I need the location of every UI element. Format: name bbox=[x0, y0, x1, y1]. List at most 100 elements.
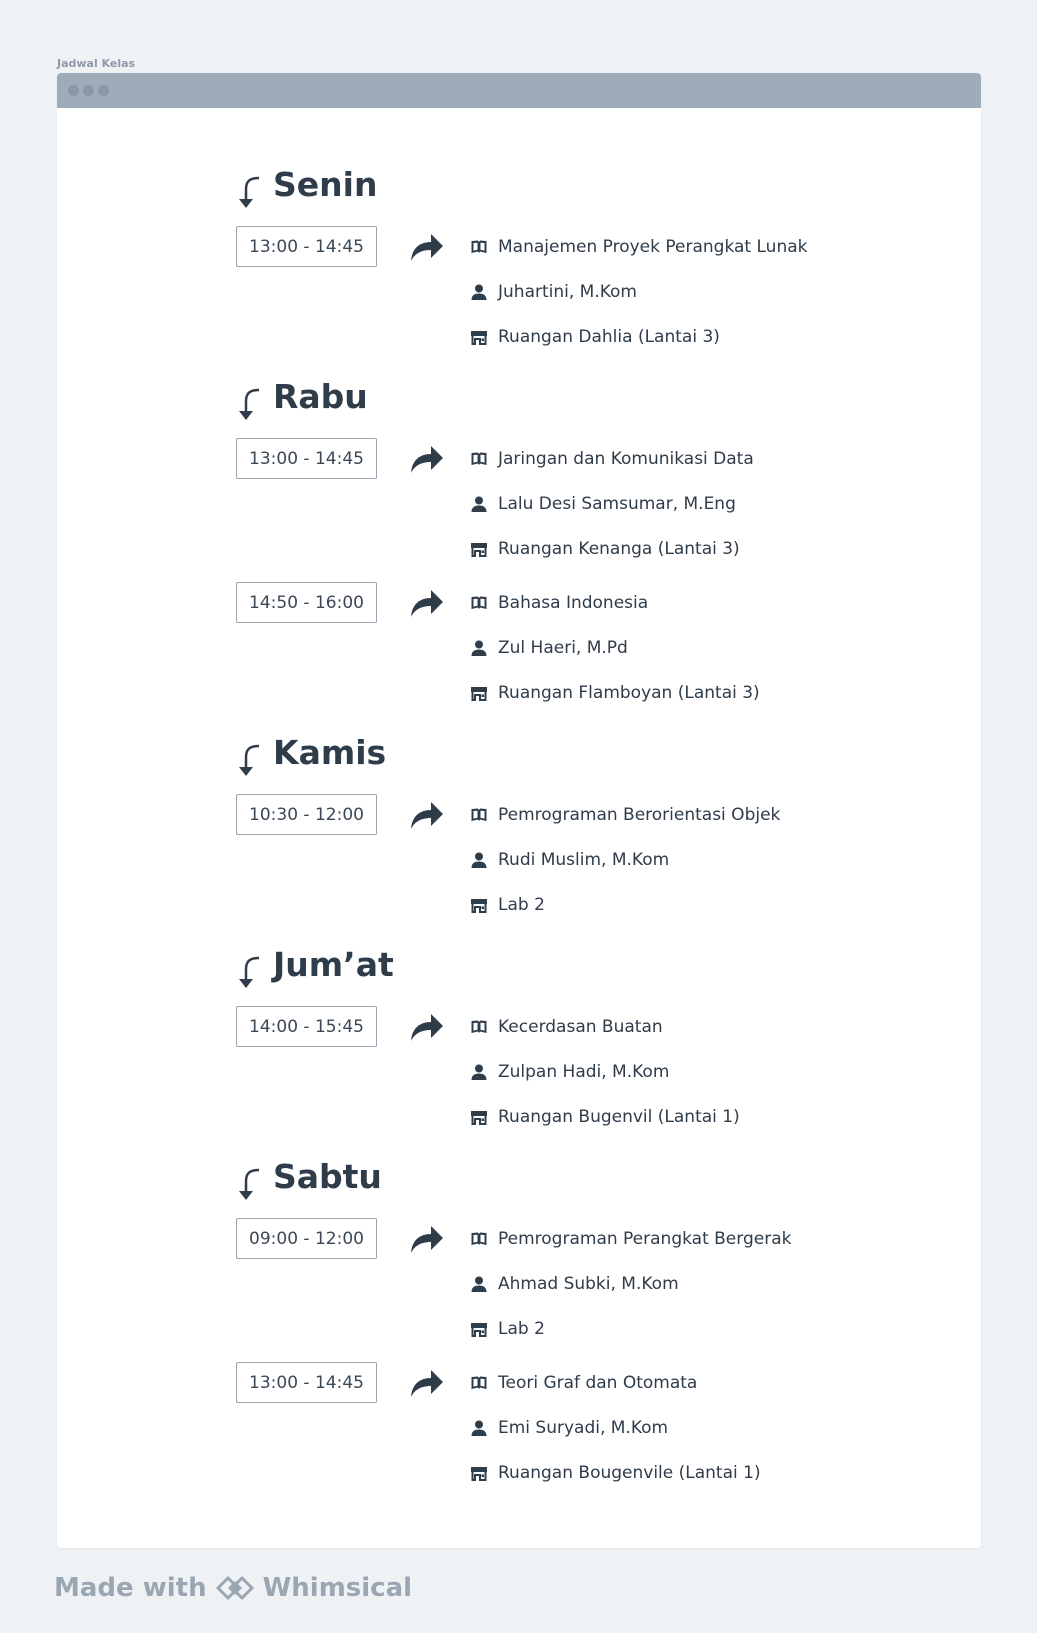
course-name: Kecerdasan Buatan bbox=[498, 1017, 663, 1037]
lecturer-row: Emi Suryadi, M.Kom bbox=[470, 1416, 668, 1440]
time-box: 13:00 - 14:45 bbox=[236, 226, 377, 267]
share-arrow-icon bbox=[411, 446, 443, 473]
window-titlebar bbox=[57, 73, 981, 108]
course-row: Kecerdasan Buatan bbox=[470, 1015, 663, 1039]
lecturer-row: Lalu Desi Samsumar, M.Eng bbox=[470, 492, 736, 516]
course-name: Pemrograman Perangkat Bergerak bbox=[498, 1229, 792, 1249]
user-icon bbox=[471, 496, 487, 512]
store-icon bbox=[471, 331, 487, 345]
made-with-whimsical-link[interactable]: Made with Whimsical bbox=[54, 1573, 412, 1603]
made-with-label: Made with bbox=[54, 1573, 207, 1603]
room-name: Ruangan Dahlia (Lantai 3) bbox=[498, 327, 720, 347]
course-row: Pemrograman Perangkat Bergerak bbox=[470, 1227, 791, 1251]
lecturer-name: Zulpan Hadi, M.Kom bbox=[498, 1062, 670, 1082]
curved-down-arrow-icon bbox=[239, 956, 260, 988]
time-box: 09:00 - 12:00 bbox=[236, 1218, 377, 1259]
lecturer-row: Juhartini, M.Kom bbox=[470, 280, 637, 304]
store-icon bbox=[471, 1467, 487, 1481]
course-row: Jaringan dan Komunikasi Data bbox=[470, 447, 754, 471]
room-row: Ruangan Dahlia (Lantai 3) bbox=[470, 325, 720, 349]
room-name: Lab 2 bbox=[498, 1319, 545, 1339]
course-row: Bahasa Indonesia bbox=[470, 591, 648, 615]
room-name: Ruangan Flamboyan (Lantai 3) bbox=[498, 683, 760, 703]
whimsical-logo-icon bbox=[216, 1576, 254, 1600]
frame-label: Jadwal Kelas bbox=[57, 57, 136, 70]
day-title: Kamis bbox=[273, 733, 387, 772]
course-row: Teori Graf dan Otomata bbox=[470, 1371, 697, 1395]
whimsical-brand: Whimsical bbox=[262, 1573, 413, 1603]
course-name: Manajemen Proyek Perangkat Lunak bbox=[498, 237, 808, 257]
share-arrow-icon bbox=[411, 1370, 443, 1397]
lecturer-row: Ahmad Subki, M.Kom bbox=[470, 1272, 679, 1296]
room-row: Ruangan Flamboyan (Lantai 3) bbox=[470, 681, 760, 705]
lecturer-name: Emi Suryadi, M.Kom bbox=[498, 1418, 669, 1438]
time-box: 14:50 - 16:00 bbox=[236, 582, 377, 623]
user-icon bbox=[471, 640, 487, 656]
room-row: Ruangan Kenanga (Lantai 3) bbox=[470, 537, 740, 561]
store-icon bbox=[471, 687, 487, 701]
book-icon bbox=[471, 1020, 487, 1033]
window-dot-icon bbox=[98, 85, 109, 96]
curved-down-arrow-icon bbox=[239, 744, 260, 776]
day-header: Senin bbox=[235, 165, 535, 208]
share-arrow-icon bbox=[411, 1226, 443, 1253]
window-dot-icon bbox=[68, 85, 79, 96]
course-name: Teori Graf dan Otomata bbox=[498, 1373, 698, 1393]
user-icon bbox=[471, 852, 487, 868]
schedule-window: Senin 13:00 - 14:45 Manajemen Proyek Per… bbox=[57, 73, 981, 1548]
user-icon bbox=[471, 1276, 487, 1292]
room-row: Lab 2 bbox=[470, 893, 545, 917]
room-row: Lab 2 bbox=[470, 1317, 545, 1341]
lecturer-name: Juhartini, M.Kom bbox=[498, 282, 637, 302]
user-icon bbox=[471, 1420, 487, 1436]
lecturer-name: Lalu Desi Samsumar, M.Eng bbox=[498, 494, 736, 514]
window-dot-icon bbox=[83, 85, 94, 96]
lecturer-name: Rudi Muslim, M.Kom bbox=[498, 850, 670, 870]
lecturer-row: Zul Haeri, M.Pd bbox=[470, 636, 628, 660]
day-title: Sabtu bbox=[273, 1157, 382, 1196]
room-name: Ruangan Bugenvil (Lantai 1) bbox=[498, 1107, 740, 1127]
course-name: Pemrograman Berorientasi Objek bbox=[498, 805, 781, 825]
share-arrow-icon bbox=[411, 590, 443, 617]
store-icon bbox=[471, 1323, 487, 1337]
book-icon bbox=[471, 596, 487, 609]
day-header: Sabtu bbox=[235, 1157, 535, 1200]
room-row: Ruangan Bugenvil (Lantai 1) bbox=[470, 1105, 740, 1129]
store-icon bbox=[471, 1111, 487, 1125]
share-arrow-icon bbox=[411, 1014, 443, 1041]
book-icon bbox=[471, 1232, 487, 1245]
course-row: Manajemen Proyek Perangkat Lunak bbox=[470, 235, 808, 259]
book-icon bbox=[471, 1376, 487, 1389]
user-icon bbox=[471, 284, 487, 300]
book-icon bbox=[471, 808, 487, 821]
room-name: Lab 2 bbox=[498, 895, 545, 915]
time-box: 13:00 - 14:45 bbox=[236, 438, 377, 479]
time-box: 14:00 - 15:45 bbox=[236, 1006, 377, 1047]
share-arrow-icon bbox=[411, 234, 443, 261]
curved-down-arrow-icon bbox=[239, 1168, 260, 1200]
room-name: Ruangan Bougenvile (Lantai 1) bbox=[498, 1463, 761, 1483]
day-header: Rabu bbox=[235, 377, 535, 420]
course-row: Pemrograman Berorientasi Objek bbox=[470, 803, 780, 827]
day-header: Kamis bbox=[235, 733, 535, 776]
course-name: Jaringan dan Komunikasi Data bbox=[498, 449, 754, 469]
curved-down-arrow-icon bbox=[239, 388, 260, 420]
day-title: Senin bbox=[273, 165, 378, 204]
course-name: Bahasa Indonesia bbox=[498, 593, 649, 613]
lecturer-row: Zulpan Hadi, M.Kom bbox=[470, 1060, 669, 1084]
day-title: Jum’at bbox=[273, 945, 394, 984]
day-title: Rabu bbox=[273, 377, 368, 416]
time-box: 13:00 - 14:45 bbox=[236, 1362, 377, 1403]
lecturer-name: Ahmad Subki, M.Kom bbox=[498, 1274, 679, 1294]
lecturer-name: Zul Haeri, M.Pd bbox=[498, 638, 628, 658]
room-name: Ruangan Kenanga (Lantai 3) bbox=[498, 539, 740, 559]
room-row: Ruangan Bougenvile (Lantai 1) bbox=[470, 1461, 761, 1485]
book-icon bbox=[471, 240, 487, 253]
store-icon bbox=[471, 543, 487, 557]
store-icon bbox=[471, 899, 487, 913]
time-box: 10:30 - 12:00 bbox=[236, 794, 377, 835]
curved-down-arrow-icon bbox=[239, 176, 260, 208]
day-header: Jum’at bbox=[235, 945, 535, 988]
user-icon bbox=[471, 1064, 487, 1080]
lecturer-row: Rudi Muslim, M.Kom bbox=[470, 848, 669, 872]
